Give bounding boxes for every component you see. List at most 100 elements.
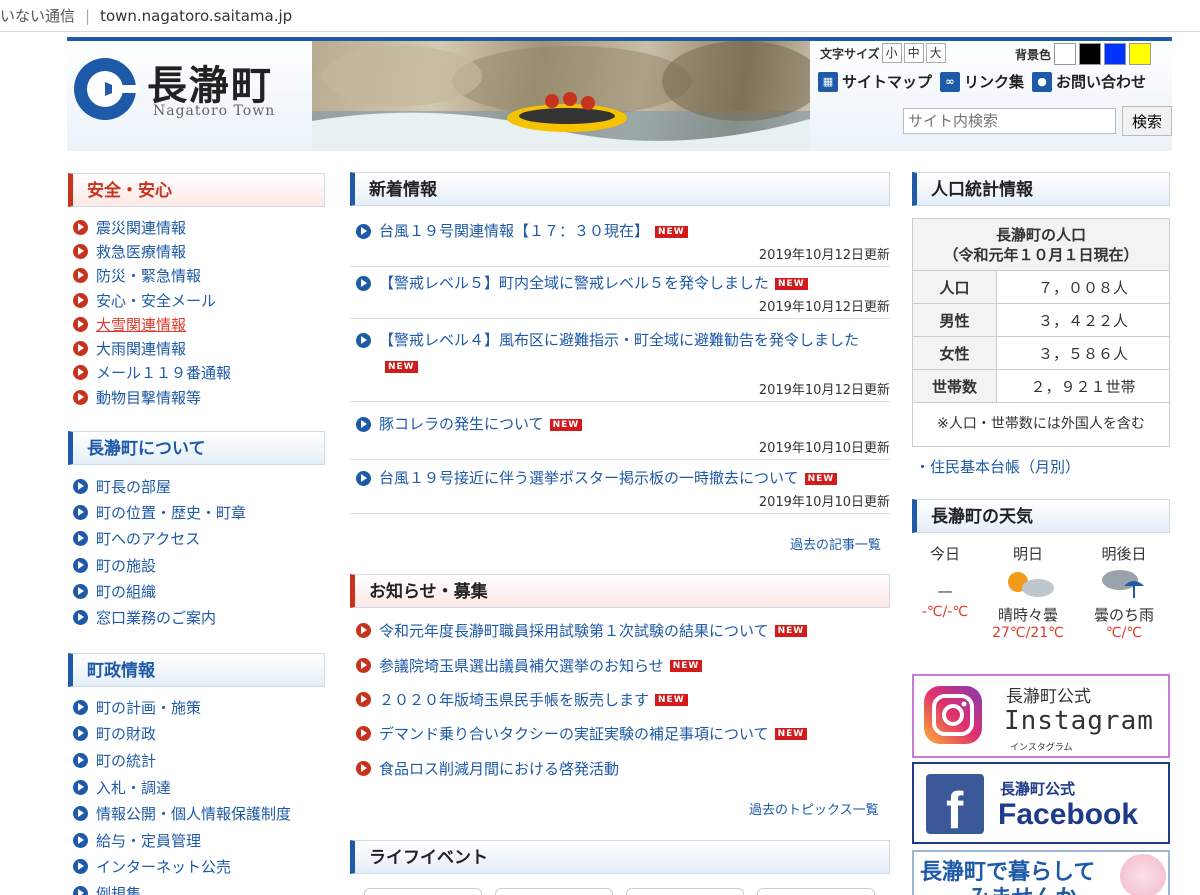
list-item[interactable]: 町の計画・施策 (73, 694, 291, 721)
news-item[interactable]: 【警戒レベル５】町内全域に警戒レベル５を発令しました NEW 2019年10月12… (350, 270, 890, 319)
bg-blue-swatch[interactable] (1104, 43, 1127, 65)
bullet-arrow-icon (73, 726, 88, 742)
site-logo[interactable]: 長瀞町 Nagatoro Town (67, 41, 312, 151)
new-badge: NEW (655, 225, 688, 238)
notice-item[interactable]: 食品ロス削減月間における啓発活動 (356, 758, 619, 779)
row-value: ３，５８６人 (996, 336, 1170, 370)
notice-title[interactable]: デマンド乗り合いタクシーの実証実験の補足事項について (379, 723, 769, 744)
banner-photo (312, 41, 810, 151)
list-item[interactable]: 大雨関連情報 (73, 336, 231, 360)
bg-white-swatch[interactable] (1054, 43, 1077, 65)
notice-title[interactable]: 食品ロス削減月間における啓発活動 (379, 758, 619, 779)
facebook-icon: f (926, 774, 984, 834)
notice-item[interactable]: ２０２０年版埼玉県民手帳を販売します NEW (356, 689, 688, 710)
sun-cloud-icon (1008, 572, 1054, 597)
notice-item[interactable]: デマンド乗り合いタクシーの実証実験の補足事項について NEW (356, 723, 808, 744)
news-title[interactable]: 【警戒レベル４】風布区に避難指示・町全域に避難勧告を発令しました (379, 331, 859, 349)
list-item[interactable]: 町の位置・歴史・町章 (73, 499, 246, 525)
town-emblem-icon (74, 58, 138, 120)
list-item[interactable]: 震災関連情報 (73, 215, 231, 239)
resident-registry-link[interactable]: ・住民基本台帳（月別） (915, 456, 1080, 477)
bg-black-swatch[interactable] (1079, 43, 1102, 65)
list-item[interactable]: 町へのアクセス (73, 526, 246, 552)
links-link[interactable]: ∞ リンク集 (940, 71, 1024, 92)
list-item[interactable]: 窓口業務のご案内 (73, 604, 246, 630)
facebook-banner[interactable]: f 長瀞町公式 Facebook (912, 762, 1170, 844)
row-label: 世帯数 (912, 369, 997, 403)
new-badge: NEW (774, 727, 808, 740)
list-item[interactable]: 情報公開・個人情報保護制度 (73, 800, 291, 827)
link-text: 町長の部屋 (96, 477, 172, 496)
list-item[interactable]: 町長の部屋 (73, 473, 246, 499)
bullet-arrow-icon (73, 316, 88, 332)
bullet-arrow-icon (73, 341, 88, 357)
notice-item[interactable]: 令和元年度長瀞町職員採用試験第１次試験の結果について NEW (356, 620, 808, 641)
instagram-wordmark: Instagram (1004, 706, 1154, 736)
news-title[interactable]: 台風１９号関連情報【１７：３０現在】 (379, 222, 649, 240)
list-item[interactable]: 救急医療情報 (73, 239, 231, 263)
font-size-medium-button[interactable]: 中 (903, 43, 924, 63)
list-item[interactable]: 防災・緊急情報 (73, 264, 231, 288)
notice-archive-link[interactable]: 過去のトピックス一覧 (749, 799, 879, 818)
notice-title[interactable]: ２０２０年版埼玉県民手帳を販売します (379, 689, 649, 710)
news-item[interactable]: 豚コレラの発生について NEW 2019年10月10日更新 (350, 411, 890, 460)
link-text: 給与・定員管理 (96, 831, 202, 850)
list-item[interactable]: インターネット公売 (73, 854, 291, 881)
font-size-large-button[interactable]: 大 (925, 43, 946, 63)
list-item[interactable]: 町の施設 (73, 552, 246, 578)
life-event-section-heading: ライフイベント (350, 840, 890, 874)
list-item[interactable]: 入札・調達 (73, 774, 291, 801)
url-text[interactable]: town.nagatoro.saitama.jp (100, 7, 292, 25)
migration-banner[interactable]: 長瀞町で暮らして みませんか (912, 850, 1170, 895)
address-bar[interactable]: いない通信 | town.nagatoro.saitama.jp (0, 0, 1200, 32)
svg-text:f: f (946, 782, 964, 834)
bullet-arrow-icon (73, 885, 88, 895)
header-banner-rafting-photo (312, 41, 810, 151)
search-button[interactable]: 検索 (1122, 106, 1172, 136)
population-table: 長瀞町の人口 （令和元年１０月１日現在） 人口 ７，００８人 男性 ３，４２２人 女性… (912, 218, 1170, 447)
bg-color-label: 背景色 (1015, 47, 1052, 62)
table-row: 世帯数 ２，９２１世帯 (912, 369, 1170, 403)
news-item[interactable]: 台風１９号関連情報【１７：３０現在】 NEW 2019年10月12日更新 (350, 218, 890, 267)
list-item[interactable]: 給与・定員管理 (73, 827, 291, 854)
list-item[interactable]: 安心・安全メール (73, 288, 231, 312)
news-item[interactable]: 台風１９号接近に伴う選挙ポスター掲示板の一時撤去について NEW 2019年10月… (350, 465, 890, 514)
admin-link-list: 町の計画・施策 町の財政 町の統計 入札・調達 情報公開・個人情報保護制度 給与… (73, 694, 291, 895)
new-badge: NEW (549, 418, 583, 431)
notice-title[interactable]: 令和元年度長瀞町職員採用試験第１次試験の結果について (379, 620, 769, 641)
chain-link-icon: ∞ (940, 71, 961, 92)
link-text: メール１１９番通報 (96, 364, 232, 383)
link-text: 窓口業務のご案内 (96, 609, 217, 628)
font-size-control: 文字サイズ 小 中 大 (820, 43, 946, 63)
font-size-small-button[interactable]: 小 (881, 43, 902, 63)
news-item[interactable]: 【警戒レベル４】風布区に避難指示・町全域に避難勧告を発令しました NEW 2019… (350, 327, 890, 402)
news-archive-link[interactable]: 過去の記事一覧 (790, 534, 881, 553)
list-item[interactable]: 町の組織 (73, 578, 246, 604)
site-search-input[interactable] (903, 108, 1116, 134)
life-event-tab[interactable] (495, 888, 613, 895)
list-item[interactable]: 町の統計 (73, 747, 291, 774)
instagram-banner[interactable]: 長瀞町公式 Instagram インスタグラム (912, 674, 1170, 758)
sitemap-link[interactable]: ▦ サイトマップ (818, 71, 932, 92)
news-title[interactable]: 豚コレラの発生について (379, 415, 544, 433)
list-item[interactable]: 大雪関連情報 (73, 312, 231, 336)
bullet-arrow-icon (73, 292, 88, 308)
contact-link[interactable]: ● お問い合わせ (1032, 71, 1146, 92)
notice-title[interactable]: 参議院埼玉県選出議員補欠選挙のお知らせ (379, 655, 664, 676)
news-title[interactable]: 台風１９号接近に伴う選挙ポスター掲示板の一時撤去について (379, 469, 799, 487)
list-item[interactable]: 例規集 (73, 880, 291, 895)
list-item[interactable]: 町の財政 (73, 721, 291, 748)
life-event-tab[interactable] (626, 888, 744, 895)
notice-item[interactable]: 参議院埼玉県選出議員補欠選挙のお知らせ NEW (356, 655, 703, 676)
life-event-tab[interactable] (757, 888, 875, 895)
row-label: 男性 (912, 303, 997, 337)
row-label: 人口 (912, 270, 997, 304)
list-item[interactable]: メール１１９番通報 (73, 361, 231, 385)
news-title[interactable]: 【警戒レベル５】町内全域に警戒レベル５を発令しました (379, 274, 769, 292)
bullet-arrow-icon (73, 243, 88, 259)
list-item[interactable]: 動物目撃情報等 (73, 385, 231, 409)
facebook-title: 長瀞町公式 (1000, 780, 1076, 798)
life-event-tab[interactable] (364, 888, 482, 895)
bg-yellow-swatch[interactable] (1129, 43, 1152, 65)
link-text: 町の組織 (96, 582, 157, 601)
